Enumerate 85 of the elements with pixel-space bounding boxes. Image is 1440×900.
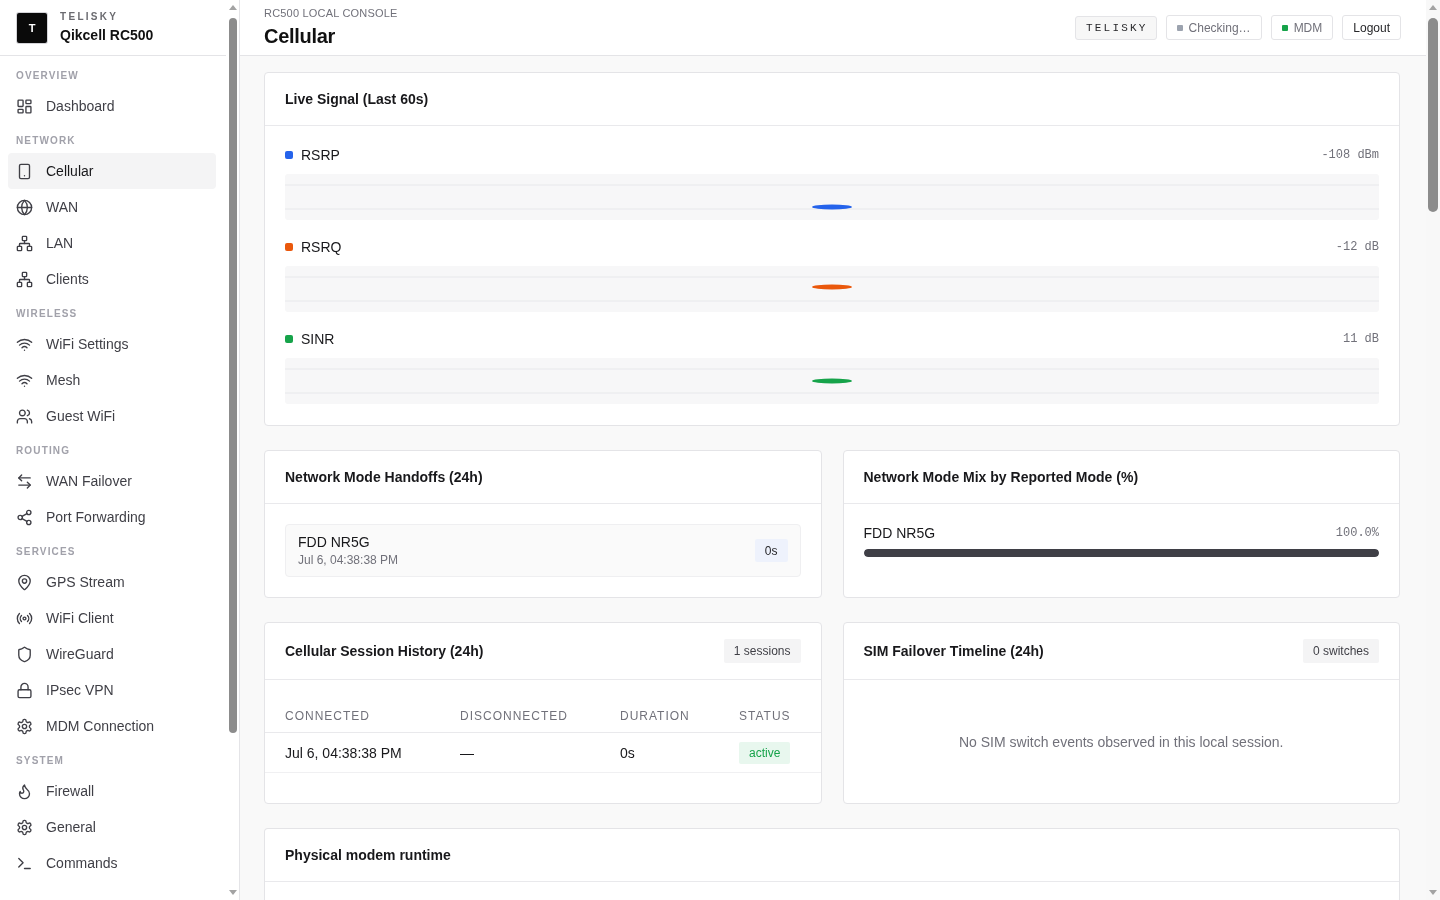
nav-item[interactable]: Firewall — [8, 773, 216, 809]
phone-icon — [17, 163, 32, 179]
nav-item[interactable]: GPS Stream — [8, 564, 216, 600]
nav-item[interactable]: LAN — [8, 225, 216, 261]
logout-button[interactable]: Logout — [1342, 15, 1401, 40]
nav-item[interactable]: Clients — [8, 261, 216, 297]
timestamp: Jul 6, 04:38:38 PM — [298, 553, 399, 568]
nav-item[interactable]: General — [8, 809, 216, 845]
mode-label: FDD NR5G — [863, 524, 936, 542]
card-title: Network Mode Handoffs (24h) — [285, 468, 483, 486]
column-header: DURATION — [600, 700, 719, 733]
network-icon — [17, 271, 32, 287]
map-pin-icon — [17, 574, 32, 590]
shield-icon — [17, 646, 32, 662]
duration-badge: 0s — [754, 539, 788, 562]
nav-item[interactable]: Commands — [8, 845, 216, 881]
settings-icon — [17, 718, 32, 734]
nav-item[interactable]: Cellular — [8, 153, 216, 189]
lock-icon — [17, 682, 32, 698]
nav-item[interactable]: Mesh — [8, 362, 216, 398]
card-title: Cellular Session History (24h) — [285, 642, 484, 660]
nav-item[interactable]: WireGuard — [8, 636, 216, 672]
network-icon — [17, 235, 32, 251]
card-title: Live Signal (Last 60s) — [285, 90, 429, 108]
nav-item[interactable]: WiFi Settings — [8, 326, 216, 362]
table-cell: Jul 6, 04:38:38 PM — [265, 732, 440, 773]
section-heading: OVERVIEW — [16, 70, 79, 82]
nav-item[interactable]: IPsec VPN — [8, 672, 216, 708]
percentage-value: 100.0% — [1335, 526, 1379, 540]
scroll-down-icon[interactable] — [228, 890, 237, 895]
nav-item[interactable]: WiFi Client — [8, 600, 216, 636]
globe-icon — [17, 199, 32, 215]
scrollbar-thumb[interactable] — [1428, 18, 1438, 212]
swap-arrows-icon — [17, 473, 32, 489]
console-label: RC500 LOCAL CONSOLE — [264, 6, 398, 20]
flame-icon — [17, 783, 32, 799]
card-title: Physical modem runtime — [285, 846, 451, 864]
scroll-up-icon[interactable] — [228, 5, 237, 10]
column-header: CONNECTED — [265, 700, 440, 733]
empty-state-message: No SIM switch events observed in this local session. — [959, 733, 1284, 750]
status-label: MDM — [1293, 20, 1323, 35]
scroll-up-icon[interactable] — [1429, 5, 1437, 10]
signal-reading: 11 dB — [1343, 332, 1379, 346]
nav-item[interactable]: Guest WiFi — [8, 398, 216, 434]
series-name: SINR — [301, 330, 335, 348]
nav-item[interactable]: WAN Failover — [8, 463, 216, 499]
brand-name: TELISKY — [60, 11, 119, 23]
count-badge: 1 sessions — [723, 639, 801, 663]
section-heading: ROUTING — [16, 445, 71, 457]
product-name: Qikcell RC500 — [60, 26, 154, 44]
signal-reading: -12 dB — [1335, 240, 1379, 254]
scroll-down-icon[interactable] — [1429, 890, 1437, 895]
scrollbar-thumb[interactable] — [228, 18, 237, 733]
card-title: SIM Failover Timeline (24h) — [863, 642, 1044, 660]
card-title: Network Mode Mix by Reported Mode (%) — [863, 468, 1139, 486]
brand-logo: T — [17, 12, 47, 43]
column-header: STATUS — [719, 700, 821, 733]
broadcast-icon — [17, 610, 32, 626]
terminal-icon — [17, 855, 32, 871]
settings-icon — [17, 819, 32, 835]
grid-icon — [17, 98, 32, 114]
nav-item[interactable]: MDM Connection — [8, 708, 216, 744]
nav-item[interactable]: Dashboard — [8, 88, 216, 124]
section-heading: NETWORK — [16, 135, 76, 147]
wifi-icon — [17, 372, 32, 388]
share-icon — [17, 509, 32, 525]
table-cell: — — [440, 732, 600, 773]
column-header: DISCONNECTED — [440, 700, 600, 733]
series-name: RSRP — [301, 146, 340, 164]
section-heading: WIRELESS — [16, 308, 78, 320]
page-title: Cellular — [264, 24, 335, 49]
series-name: RSRQ — [301, 238, 342, 256]
users-icon — [17, 408, 32, 424]
count-badge: 0 switches — [1302, 639, 1379, 663]
mode-label: FDD NR5G — [298, 533, 371, 551]
status-label: Checking… — [1188, 20, 1251, 35]
section-heading: SERVICES — [16, 546, 76, 558]
signal-reading: -108 dBm — [1321, 148, 1379, 162]
status-badge: active — [739, 741, 791, 764]
section-heading: SYSTEM — [16, 755, 65, 767]
nav-item[interactable]: WAN — [8, 189, 216, 225]
brand-badge: TELISKY — [1075, 15, 1157, 40]
wifi-icon — [17, 336, 32, 352]
table-cell: 0s — [600, 732, 719, 773]
nav-item[interactable]: Port Forwarding — [8, 499, 216, 535]
